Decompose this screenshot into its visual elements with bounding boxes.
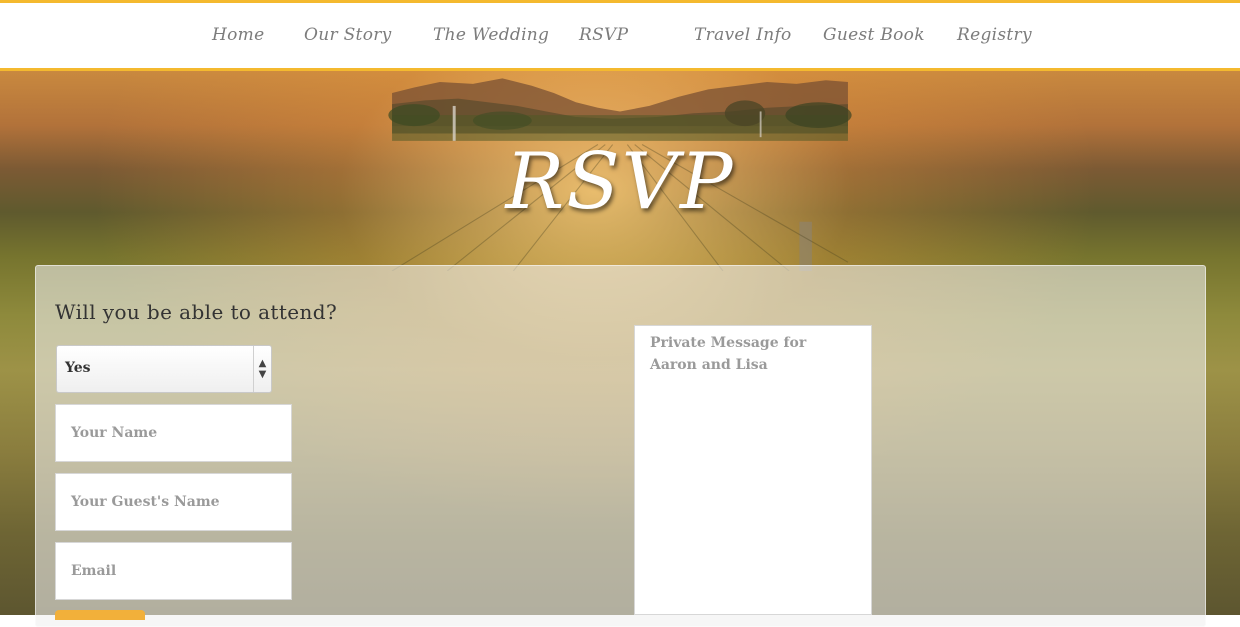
page-title: RSVP <box>505 137 735 227</box>
nav-our-story[interactable]: Our Story <box>304 25 392 45</box>
attend-question: Will you be able to attend? <box>55 300 338 324</box>
attend-select[interactable]: Yes ▲ ▼ <box>56 345 272 393</box>
private-message-textarea[interactable]: Private Message for Aaron and Lisa <box>634 325 872 615</box>
nav-home[interactable]: Home <box>212 25 264 45</box>
private-message-placeholder: Private Message for Aaron and Lisa <box>650 335 807 373</box>
email-input[interactable]: Email <box>55 542 292 600</box>
attend-select-value: Yes <box>65 360 91 376</box>
nav-the-wedding[interactable]: The Wedding <box>433 25 549 45</box>
select-arrows-icon: ▲ ▼ <box>253 346 271 392</box>
guest-name-placeholder: Your Guest's Name <box>71 494 220 510</box>
nav-guest-book[interactable]: Guest Book <box>823 25 925 45</box>
nav-travel-info[interactable]: Travel Info <box>694 25 792 45</box>
guest-name-input[interactable]: Your Guest's Name <box>55 473 292 531</box>
nav-rsvp[interactable]: RSVP <box>579 25 628 45</box>
nav-registry[interactable]: Registry <box>957 25 1032 45</box>
submit-button[interactable] <box>55 610 145 620</box>
main-nav: Home Our Story The Wedding RSVP Travel I… <box>0 3 1240 71</box>
email-placeholder: Email <box>71 563 117 579</box>
name-input[interactable]: Your Name <box>55 404 292 462</box>
name-placeholder: Your Name <box>71 425 158 441</box>
